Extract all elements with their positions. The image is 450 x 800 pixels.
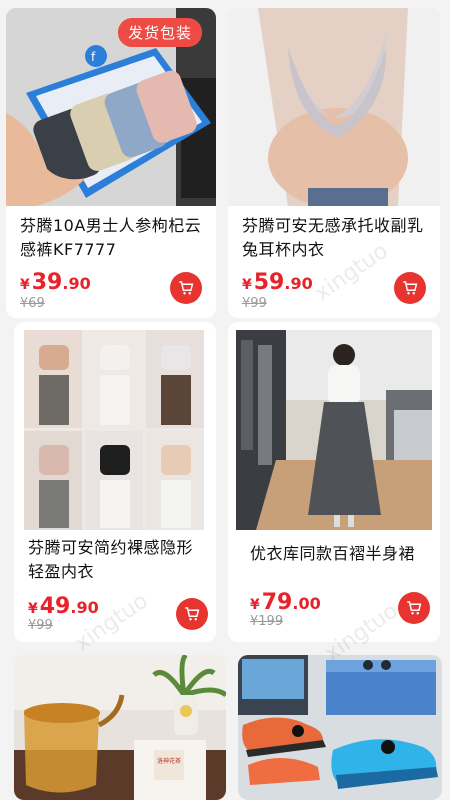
original-price: ¥99 bbox=[242, 296, 267, 311]
product-image[interactable] bbox=[228, 8, 440, 206]
add-to-cart-button[interactable] bbox=[398, 592, 430, 624]
product-title[interactable]: 芬腾10A男士人参枸杞云感裤KF7777 bbox=[20, 214, 206, 262]
tea-box-label: 洛神花茶 bbox=[156, 758, 181, 765]
cart-icon bbox=[407, 601, 422, 615]
product-card[interactable]: 芬腾可安无感承托收副乳兔耳杯内衣 ¥59.90 ¥99 bbox=[228, 8, 440, 318]
product-price: ¥39.90 bbox=[20, 270, 91, 295]
original-price: ¥69 bbox=[20, 296, 45, 311]
product-image[interactable]: f 发货包装 bbox=[6, 8, 216, 206]
cart-icon bbox=[185, 607, 200, 621]
product-card[interactable]: 优衣库同款百褶半身裙 ¥79.00 ¥199 bbox=[228, 322, 440, 642]
original-price: ¥99 bbox=[28, 618, 53, 633]
add-to-cart-button[interactable] bbox=[394, 272, 426, 304]
shipping-pack-badge: 发货包装 bbox=[117, 18, 202, 47]
cart-icon bbox=[179, 281, 194, 295]
add-to-cart-button[interactable] bbox=[170, 272, 202, 304]
cart-icon bbox=[403, 281, 418, 295]
product-card[interactable]: f 发货包装 芬腾10A男士人参枸杞云感裤KF7777 ¥39.90 ¥69 bbox=[6, 8, 216, 318]
product-card[interactable]: 芬腾可安简约裸感隐形轻盈内衣 ¥49.90 ¥99 bbox=[14, 322, 216, 642]
product-title[interactable]: 芬腾可安无感承托收副乳兔耳杯内衣 bbox=[242, 214, 430, 262]
product-image[interactable] bbox=[24, 330, 204, 535]
product-title[interactable]: 优衣库同款百褶半身裙 bbox=[250, 542, 430, 566]
product-price: ¥79.00 bbox=[250, 590, 321, 615]
product-image[interactable] bbox=[238, 655, 442, 800]
product-image[interactable] bbox=[236, 330, 432, 530]
product-card[interactable]: 洛神花茶 bbox=[14, 655, 226, 800]
product-price: ¥59.90 bbox=[242, 270, 313, 295]
product-price: ¥49.90 bbox=[28, 594, 99, 619]
product-image[interactable] bbox=[14, 655, 226, 800]
add-to-cart-button[interactable] bbox=[176, 598, 208, 630]
product-card[interactable] bbox=[238, 655, 442, 800]
original-price: ¥199 bbox=[250, 614, 284, 629]
product-title[interactable]: 芬腾可安简约裸感隐形轻盈内衣 bbox=[28, 536, 206, 584]
